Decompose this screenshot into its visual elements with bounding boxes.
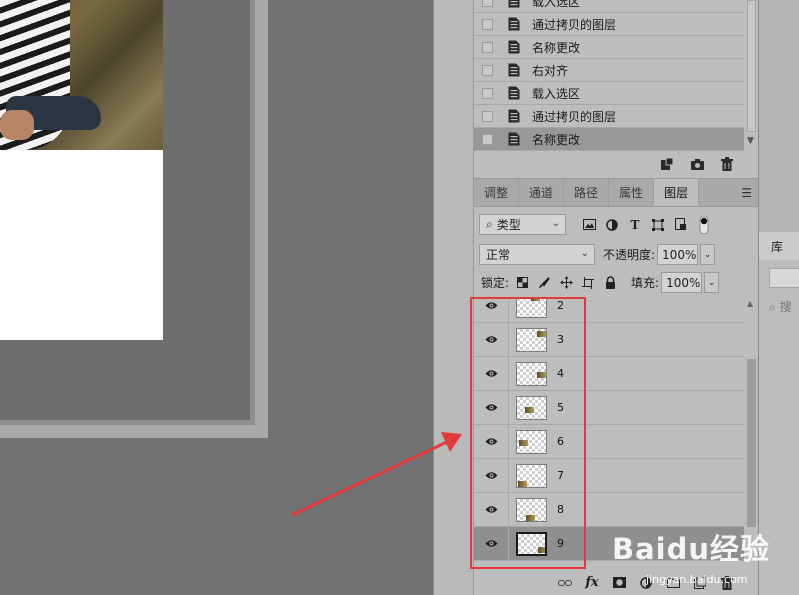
fx-icon[interactable]: fx xyxy=(584,575,600,591)
blend-row: 正常 ⌄ 不透明度: 100% ⌄ xyxy=(474,244,759,265)
history-item-label: 名称更改 xyxy=(532,132,581,147)
library-select[interactable] xyxy=(769,268,799,288)
new-group-icon[interactable] xyxy=(665,575,681,591)
history-checkbox[interactable] xyxy=(482,133,493,145)
opacity-dropdown-icon[interactable]: ⌄ xyxy=(700,244,716,265)
lock-label: 锁定: xyxy=(481,276,510,290)
history-scroll-thumb[interactable] xyxy=(747,0,756,132)
history-state-icon xyxy=(508,0,521,9)
delete-layer-icon[interactable] xyxy=(719,575,735,591)
frame-edge-right xyxy=(250,0,255,420)
history-state-icon xyxy=(508,109,521,124)
add-mask-icon[interactable] xyxy=(611,575,627,591)
filter-row: ⌕ 类型 ⌄ T xyxy=(474,214,759,235)
white-document-area xyxy=(0,150,163,340)
history-item[interactable]: 名称更改 xyxy=(474,128,744,151)
history-item-label: 通过拷贝的图层 xyxy=(532,109,617,124)
layers-scrollbar[interactable]: ▲ xyxy=(745,297,758,569)
opacity-label: 不透明度: xyxy=(603,248,656,262)
smart-object-filter-icon[interactable] xyxy=(672,216,690,234)
tab-1[interactable]: 通道 xyxy=(519,179,565,206)
panel-menu-icon[interactable]: ☰ xyxy=(741,186,752,200)
lock-all-icon[interactable] xyxy=(601,274,619,292)
shape-filter-icon[interactable] xyxy=(649,216,667,234)
history-item-label: 载入选区 xyxy=(532,86,581,101)
tab-0[interactable]: 调整 xyxy=(474,179,520,206)
document-frame xyxy=(0,0,268,438)
history-state-icon xyxy=(508,63,521,78)
trash-icon[interactable] xyxy=(719,156,735,172)
search-icon: ⌕ xyxy=(486,217,493,231)
history-state-icon xyxy=(508,86,521,101)
tab-3[interactable]: 属性 xyxy=(609,179,655,206)
history-item[interactable]: 载入选区 xyxy=(474,82,744,105)
history-item-label: 名称更改 xyxy=(532,40,581,55)
panel-tabs: 调整 通道 路径 属性 图层 xyxy=(474,179,759,207)
fill-dropdown-icon[interactable]: ⌄ xyxy=(704,272,720,293)
chevron-down-icon: ⌄ xyxy=(551,218,560,229)
frame-edge-bottom xyxy=(0,420,255,425)
lock-transparent-icon[interactable] xyxy=(513,274,531,292)
type-filter-icon[interactable]: T xyxy=(626,216,644,234)
library-search-placeholder: 搜 xyxy=(779,300,792,314)
hand xyxy=(0,110,34,140)
search-icon: ⌕ xyxy=(769,300,776,314)
history-state-icon xyxy=(508,40,521,55)
library-search[interactable]: ⌕ 搜 xyxy=(769,298,792,315)
blend-mode-select[interactable]: 正常 ⌄ xyxy=(479,244,595,265)
layers-scroll-thumb[interactable] xyxy=(747,359,756,527)
adjustment-filter-icon[interactable] xyxy=(603,216,621,234)
lock-row: 锁定: 填充: 100% ⌄ xyxy=(474,272,759,293)
history-checkbox[interactable] xyxy=(482,110,493,122)
tab-4[interactable]: 图层 xyxy=(654,179,700,206)
fill-label: 填充: xyxy=(631,276,660,290)
history-checkbox[interactable] xyxy=(482,87,493,99)
opacity-input[interactable]: 100% xyxy=(657,244,699,265)
history-item[interactable]: 右对齐 xyxy=(474,59,744,82)
layers-footer: fx xyxy=(474,569,759,595)
history-item[interactable]: 通过拷贝的图层 xyxy=(474,13,744,36)
history-item[interactable]: 通过拷贝的图层 xyxy=(474,105,744,128)
tab-library[interactable]: 库 xyxy=(759,232,799,260)
photo-layer-preview xyxy=(0,0,163,150)
lock-paint-icon[interactable] xyxy=(535,274,553,292)
filter-toggle-icon[interactable] xyxy=(695,215,713,234)
library-panel-top xyxy=(759,0,799,232)
history-state-icon xyxy=(508,17,521,32)
scroll-up-arrow-icon[interactable]: ▲ xyxy=(747,299,753,308)
history-footer xyxy=(474,150,759,178)
blend-mode-value: 正常 xyxy=(486,248,511,262)
library-panel: 库 ⌕ 搜 xyxy=(758,0,799,595)
chevron-down-icon: ⌄ xyxy=(580,248,589,259)
filter-type-select[interactable]: ⌕ 类型 ⌄ xyxy=(479,214,566,235)
history-item-label: 右对齐 xyxy=(532,63,569,78)
lock-artboard-icon[interactable] xyxy=(579,274,597,292)
annotation-highlight-box xyxy=(470,297,586,569)
image-filter-icon[interactable] xyxy=(580,216,598,234)
history-item-label: 通过拷贝的图层 xyxy=(532,17,617,32)
history-item[interactable]: 名称更改 xyxy=(474,36,744,59)
history-item-label: 载入选区 xyxy=(532,0,581,9)
history-panel: 载入选区 通过拷贝的图层 名称更改 右对齐 载入选区 通过拷贝的图层 名称更改 ▼ xyxy=(473,0,758,178)
history-scrollbar[interactable]: ▼ xyxy=(745,0,758,150)
history-checkbox[interactable] xyxy=(482,64,493,76)
tab-2[interactable]: 路径 xyxy=(564,179,610,206)
new-layer-icon[interactable] xyxy=(692,575,708,591)
scroll-down-arrow-icon[interactable]: ▼ xyxy=(747,136,754,146)
fill-input[interactable]: 100% xyxy=(661,272,703,293)
link-layers-icon[interactable] xyxy=(557,575,573,591)
history-checkbox[interactable] xyxy=(482,41,493,53)
canvas-area[interactable] xyxy=(0,0,433,595)
adjustment-layer-icon[interactable] xyxy=(638,575,654,591)
history-item[interactable]: 载入选区 xyxy=(474,0,744,13)
new-document-from-state-icon[interactable] xyxy=(659,156,675,172)
filter-type-label: 类型 xyxy=(496,218,521,232)
history-state-icon xyxy=(508,132,521,147)
panel-gutter xyxy=(433,0,473,595)
library-tab-label: 库 xyxy=(771,239,784,254)
lock-position-icon[interactable] xyxy=(557,274,575,292)
history-checkbox[interactable] xyxy=(482,0,493,7)
camera-snapshot-icon[interactable] xyxy=(689,156,705,172)
history-checkbox[interactable] xyxy=(482,18,493,30)
